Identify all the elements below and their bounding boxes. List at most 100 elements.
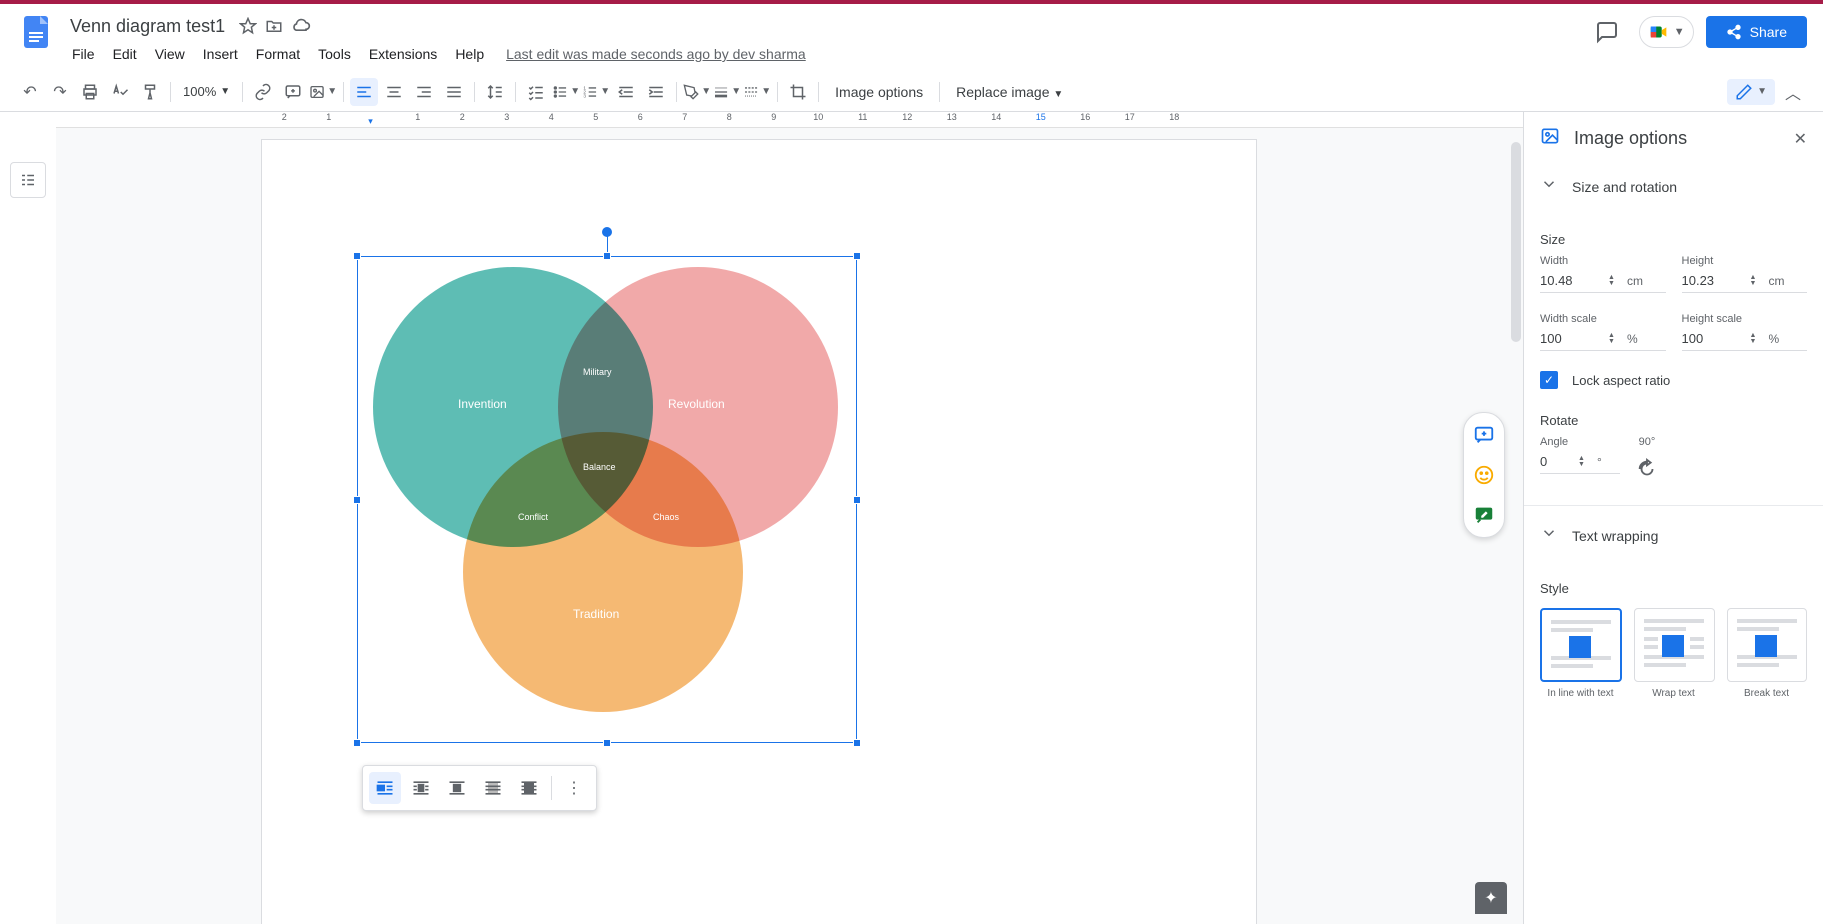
border-dash-icon[interactable]: ▼ — [743, 78, 771, 106]
size-rotation-section[interactable]: Size and rotation — [1524, 165, 1823, 208]
height-scale-input[interactable] — [1682, 331, 1742, 346]
meet-button[interactable]: ▼ — [1639, 16, 1694, 48]
wrap-text-icon[interactable] — [405, 772, 437, 804]
numbered-list-icon[interactable]: 123▼ — [582, 78, 610, 106]
close-icon[interactable]: ✕ — [1794, 129, 1807, 149]
selected-image[interactable]: Invention Revolution Tradition Military … — [357, 256, 857, 743]
horizontal-ruler[interactable]: 2 1 ▾ 1 2 3 4 5 6 7 8 9 10 11 12 13 14 1… — [56, 112, 1523, 128]
page[interactable]: Invention Revolution Tradition Military … — [262, 140, 1256, 924]
share-button[interactable]: Share — [1706, 16, 1807, 48]
bullet-list-icon[interactable]: ▼ — [552, 78, 580, 106]
redo-icon[interactable]: ↷ — [46, 78, 74, 106]
menu-tools[interactable]: Tools — [310, 42, 359, 66]
add-comment-float-icon[interactable] — [1468, 419, 1500, 451]
add-comment-icon[interactable] — [279, 78, 307, 106]
lock-aspect-label: Lock aspect ratio — [1572, 373, 1670, 388]
venn-label-abc: Balance — [583, 462, 616, 472]
last-edit-link[interactable]: Last edit was made seconds ago by dev sh… — [506, 46, 806, 62]
wrap-inline-card[interactable] — [1540, 608, 1622, 682]
venn-diagram: Invention Revolution Tradition Military … — [358, 257, 856, 742]
wrap-break-card[interactable] — [1727, 608, 1807, 682]
venn-label-ab: Military — [583, 367, 612, 377]
more-options-icon[interactable]: ⋮ — [558, 772, 590, 804]
crop-icon[interactable] — [784, 78, 812, 106]
break-text-icon[interactable] — [441, 772, 473, 804]
menu-insert[interactable]: Insert — [195, 42, 246, 66]
height-stepper[interactable]: ▲▼ — [1750, 275, 1757, 287]
editing-mode-button[interactable]: ▼ — [1727, 79, 1775, 105]
rotation-handle[interactable] — [602, 227, 612, 237]
explore-icon[interactable]: ✦ — [1475, 882, 1507, 914]
image-icon — [1540, 126, 1560, 151]
align-justify-icon[interactable] — [440, 78, 468, 106]
angle-label: Angle — [1540, 436, 1620, 448]
width-scale-stepper[interactable]: ▲▼ — [1608, 333, 1615, 345]
height-input[interactable] — [1682, 273, 1742, 288]
suggest-edits-float-icon[interactable] — [1468, 499, 1500, 531]
rotate-90-icon[interactable] — [1636, 458, 1658, 485]
lock-aspect-checkbox[interactable]: ✓ — [1540, 371, 1558, 389]
menu-view[interactable]: View — [147, 42, 193, 66]
width-scale-input[interactable] — [1540, 331, 1600, 346]
star-icon[interactable] — [239, 17, 257, 35]
behind-text-icon[interactable] — [477, 772, 509, 804]
border-weight-icon[interactable]: ▼ — [713, 78, 741, 106]
menu-file[interactable]: File — [64, 42, 103, 66]
venn-label-ac: Conflict — [518, 512, 548, 522]
zoom-select[interactable]: 100%▼ — [177, 80, 236, 103]
height-scale-stepper[interactable]: ▲▼ — [1750, 333, 1757, 345]
width-stepper[interactable]: ▲▼ — [1608, 275, 1615, 287]
add-emoji-float-icon[interactable] — [1468, 459, 1500, 491]
width-scale-label: Width scale — [1540, 313, 1666, 325]
height-scale-label: Height scale — [1682, 313, 1808, 325]
docs-logo[interactable] — [16, 12, 56, 52]
chevron-down-icon — [1540, 175, 1558, 198]
floating-actions — [1463, 412, 1505, 538]
menu-format[interactable]: Format — [248, 42, 308, 66]
svg-text:3: 3 — [583, 93, 586, 98]
image-options-button[interactable]: Image options — [825, 80, 933, 104]
checklist-icon[interactable] — [522, 78, 550, 106]
print-icon[interactable] — [76, 78, 104, 106]
style-label: Style — [1540, 581, 1807, 596]
replace-image-button[interactable]: Replace image ▼ — [946, 80, 1073, 104]
collapse-icon[interactable]: ︿ — [1779, 78, 1807, 106]
image-position-toolbar: ⋮ — [362, 765, 597, 811]
venn-label-a: Invention — [458, 397, 507, 411]
height-label: Height — [1682, 255, 1808, 267]
document-canvas[interactable]: 2 1 ▾ 1 2 3 4 5 6 7 8 9 10 11 12 13 14 1… — [56, 112, 1523, 924]
wrap-break-caption: Break text — [1726, 688, 1807, 699]
width-input[interactable] — [1540, 273, 1600, 288]
chevron-down-icon — [1540, 524, 1558, 547]
align-right-icon[interactable] — [410, 78, 438, 106]
move-icon[interactable] — [265, 17, 283, 35]
line-spacing-icon[interactable] — [481, 78, 509, 106]
link-icon[interactable] — [249, 78, 277, 106]
align-center-icon[interactable] — [380, 78, 408, 106]
spellcheck-icon[interactable] — [106, 78, 134, 106]
vertical-scrollbar[interactable] — [1511, 142, 1521, 342]
angle-input[interactable] — [1540, 454, 1570, 469]
outline-toggle-icon[interactable] — [10, 162, 46, 198]
align-left-icon[interactable] — [350, 78, 378, 106]
indent-decrease-icon[interactable] — [612, 78, 640, 106]
menu-extensions[interactable]: Extensions — [361, 42, 445, 66]
menu-help[interactable]: Help — [447, 42, 492, 66]
undo-icon[interactable]: ↶ — [16, 78, 44, 106]
angle-stepper[interactable]: ▲▼ — [1578, 456, 1585, 468]
indent-increase-icon[interactable] — [642, 78, 670, 106]
insert-image-icon[interactable]: ▼ — [309, 78, 337, 106]
text-wrapping-section[interactable]: Text wrapping — [1524, 514, 1823, 557]
cloud-icon[interactable] — [291, 16, 311, 36]
wrap-text-card[interactable] — [1634, 608, 1714, 682]
comment-history-icon[interactable] — [1587, 12, 1627, 52]
document-title[interactable]: Venn diagram test1 — [64, 14, 231, 39]
menu-edit[interactable]: Edit — [105, 42, 145, 66]
image-options-sidebar: Image options ✕ Size and rotation Size W… — [1523, 112, 1823, 924]
sidebar-title: Image options — [1574, 128, 1780, 149]
wrap-inline-icon[interactable] — [369, 772, 401, 804]
border-color-icon[interactable]: ▼ — [683, 78, 711, 106]
front-text-icon[interactable] — [513, 772, 545, 804]
wrap-text-caption: Wrap text — [1633, 688, 1714, 699]
paint-format-icon[interactable] — [136, 78, 164, 106]
